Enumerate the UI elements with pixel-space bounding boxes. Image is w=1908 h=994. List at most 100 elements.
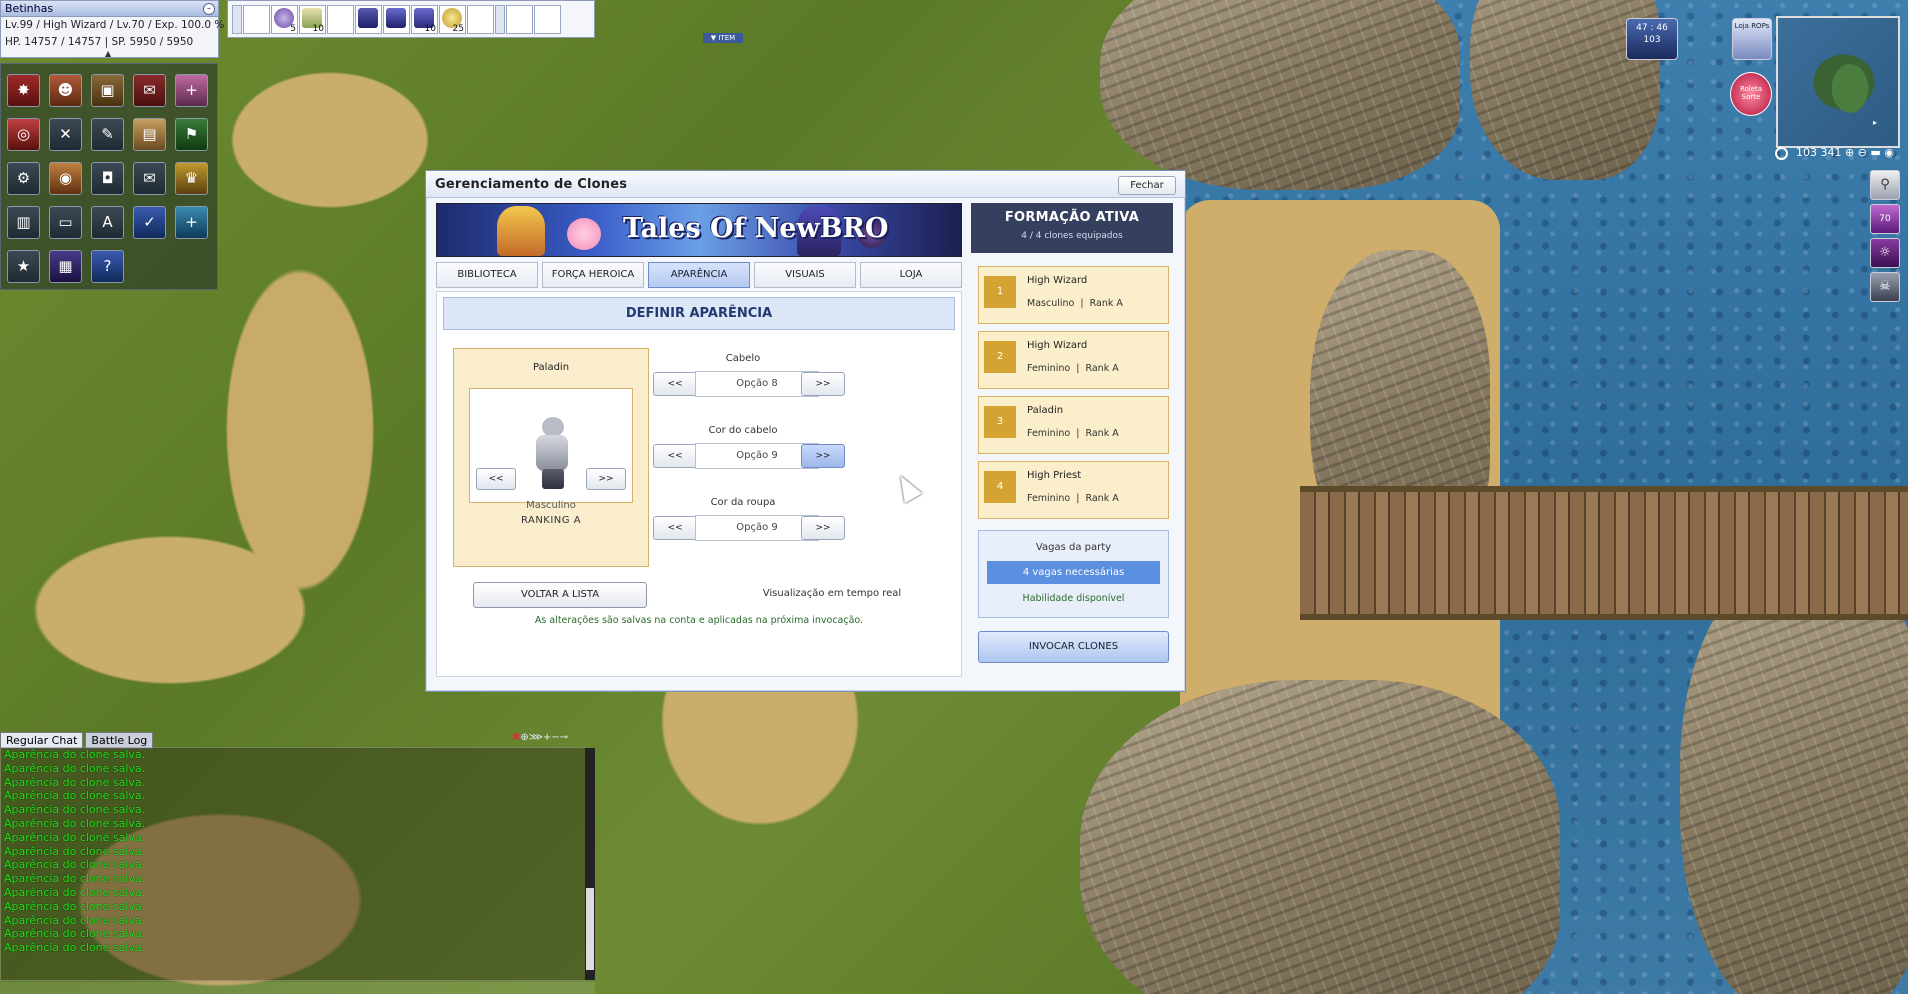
close-button[interactable]: Fechar xyxy=(1118,176,1176,195)
wand-icon[interactable]: ⚲ xyxy=(1870,170,1900,200)
chat-message: Aparência do clone salva. xyxy=(4,899,146,913)
book-icon[interactable]: ▥ xyxy=(7,206,40,239)
clone-card[interactable]: 2 High Wizard Feminino | Rank A xyxy=(978,331,1169,389)
minimap-coords: 103 341 ⊕ ⊖ ▬ ◉ xyxy=(1775,146,1894,160)
trophy-icon[interactable]: ♛ xyxy=(175,162,208,195)
level-badge-label: 70 xyxy=(1879,214,1891,224)
coords-text: 103 341 xyxy=(1796,146,1842,159)
scroll-thumb[interactable] xyxy=(586,888,594,970)
status-title-bar[interactable]: Betinhas – xyxy=(1,1,218,17)
zoom-icon[interactable] xyxy=(1775,146,1788,160)
chat-input[interactable] xyxy=(0,982,595,994)
friend-icon[interactable]: + xyxy=(175,206,208,239)
appearance-panel: DEFINIR APARÊNCIA Paladin << >> Masculin… xyxy=(436,291,962,677)
hotbar-slot[interactable]: 10 xyxy=(299,4,326,34)
timer-badge[interactable]: 47 : 46 103 xyxy=(1626,18,1678,60)
clone-slot-number: 1 xyxy=(984,276,1016,308)
roulette-icon[interactable]: Roleta Sorte xyxy=(1730,72,1772,116)
minimap-controls[interactable]: ⊕ ⊖ ▬ ◉ xyxy=(1845,146,1894,159)
hotbar-slot[interactable] xyxy=(243,4,270,34)
tab-biblioteca[interactable]: BIBLIOTECA xyxy=(436,262,538,288)
chat-message: Aparência do clone salva. xyxy=(4,941,146,955)
clone-info: Feminino | Rank A xyxy=(1027,363,1119,374)
rotate-right-button[interactable]: >> xyxy=(586,468,626,490)
equip-icon[interactable]: ✎ xyxy=(91,118,124,151)
chat-message: Aparência do clone salva. xyxy=(4,830,146,844)
expand-arrow-icon[interactable]: ▲ xyxy=(105,49,111,58)
shop-label: Loja ROPs xyxy=(1734,22,1770,30)
hair-prev-button[interactable]: << xyxy=(653,372,697,396)
rotate-left-button[interactable]: << xyxy=(476,468,516,490)
map-icon[interactable]: ▤ xyxy=(133,118,166,151)
chat-message: Aparência do clone salva. xyxy=(4,748,146,761)
party-add-icon[interactable]: + xyxy=(175,74,208,107)
buff-icon[interactable]: ☼ xyxy=(1870,238,1900,268)
hotbar-slot[interactable] xyxy=(383,4,410,34)
achievement-icon[interactable]: ★ xyxy=(7,250,40,283)
calendar-icon[interactable]: ✓ xyxy=(133,206,166,239)
clone-card[interactable]: 3 Paladin Feminino | Rank A xyxy=(978,396,1169,454)
roulette-label: Roleta Sorte xyxy=(1739,85,1763,101)
hotbar-slot[interactable] xyxy=(534,4,561,34)
clone-slot-number: 2 xyxy=(984,341,1016,373)
banner-poring-icon xyxy=(567,218,601,250)
clone-card[interactable]: 1 High Wizard Masculino | Rank A xyxy=(978,266,1169,324)
pet-icon[interactable]: ☻ xyxy=(49,74,82,107)
clothes-color-next-button[interactable]: >> xyxy=(801,516,845,540)
bag-icon[interactable]: ◉ xyxy=(49,162,82,195)
guild-icon[interactable]: ◎ xyxy=(7,118,40,151)
clone-card[interactable]: 4 High Priest Feminino | Rank A xyxy=(978,461,1169,519)
hotbar-slot[interactable]: 10 xyxy=(411,4,438,34)
cliff-rock xyxy=(1680,560,1908,994)
hair-color-prev-button[interactable]: << xyxy=(653,444,697,468)
slot-quantity: 25 xyxy=(452,23,464,34)
timer-top: 47 : 46 xyxy=(1636,23,1668,33)
tab-visuais[interactable]: VISUAIS xyxy=(754,262,856,288)
shop-rops-icon[interactable]: Loja ROPs xyxy=(1732,18,1772,60)
preview-class: Paladin xyxy=(532,362,570,373)
tab-forca-heroica[interactable]: FORÇA HEROICA xyxy=(542,262,644,288)
minimize-icon[interactable]: – xyxy=(203,3,215,15)
hair-next-button[interactable]: >> xyxy=(801,372,845,396)
minimap[interactable]: ▸ xyxy=(1776,16,1900,148)
invoke-clones-button[interactable]: INVOCAR CLONES xyxy=(978,631,1169,663)
tab-loja[interactable]: LOJA xyxy=(860,262,962,288)
hotbar-handle[interactable] xyxy=(232,4,242,34)
clothes-color-prev-button[interactable]: << xyxy=(653,516,697,540)
text-icon[interactable]: A xyxy=(91,206,124,239)
camera-icon[interactable]: ◘ xyxy=(91,162,124,195)
cliff-rock xyxy=(1080,680,1560,994)
hotbar-slot[interactable] xyxy=(327,4,354,34)
dialog-title-bar[interactable]: Gerenciamento de Clones Fechar xyxy=(426,171,1185,198)
help-icon[interactable]: ? xyxy=(91,250,124,283)
ghost-icon[interactable]: ☠ xyxy=(1870,272,1900,302)
battle-icon[interactable]: ✕ xyxy=(49,118,82,151)
back-to-list-button[interactable]: VOLTAR A LISTA xyxy=(473,582,647,608)
quest-icon[interactable]: ✉ xyxy=(133,74,166,107)
timer-bottom: 103 xyxy=(1643,35,1661,45)
hotbar-slot[interactable] xyxy=(355,4,382,34)
item-tab-toggle[interactable]: ▼ ITEM xyxy=(703,33,743,43)
player-marker-icon: ▸ xyxy=(1873,118,1878,127)
ranking-icon[interactable]: ⚑ xyxy=(175,118,208,151)
dialog-title: Gerenciamento de Clones xyxy=(435,177,628,192)
mail-icon[interactable]: ✉ xyxy=(133,162,166,195)
level-badge-icon[interactable]: 70 xyxy=(1870,204,1900,234)
hotbar-scroll[interactable] xyxy=(495,4,505,34)
status-window[interactable]: Betinhas – Lv.99 / High Wizard / Lv.70 /… xyxy=(0,0,224,58)
hotbar-slot[interactable]: 5 xyxy=(271,4,298,34)
chat-log[interactable]: Aparência do clone salva. Aparência do cl… xyxy=(0,747,595,981)
shop-icon[interactable]: ▭ xyxy=(49,206,82,239)
tab-aparencia[interactable]: APARÊNCIA xyxy=(648,262,750,288)
hotbar-slot[interactable] xyxy=(467,4,494,34)
storage-icon[interactable]: ▦ xyxy=(49,250,82,283)
chat-scrollbar[interactable] xyxy=(585,748,595,980)
hotbar-slot[interactable]: 25 xyxy=(439,4,466,34)
skill-icon[interactable]: ✸ xyxy=(7,74,40,107)
chat-controls[interactable]: ✖⊕⋙+−⊸ xyxy=(512,732,568,743)
hotbar-slot[interactable] xyxy=(506,4,533,34)
inventory-icon[interactable]: ▣ xyxy=(91,74,124,107)
options-icon[interactable]: ⚙ xyxy=(7,162,40,195)
chat-message: Aparência do clone salva. xyxy=(4,816,146,830)
hair-color-next-button[interactable]: >> xyxy=(801,444,845,468)
